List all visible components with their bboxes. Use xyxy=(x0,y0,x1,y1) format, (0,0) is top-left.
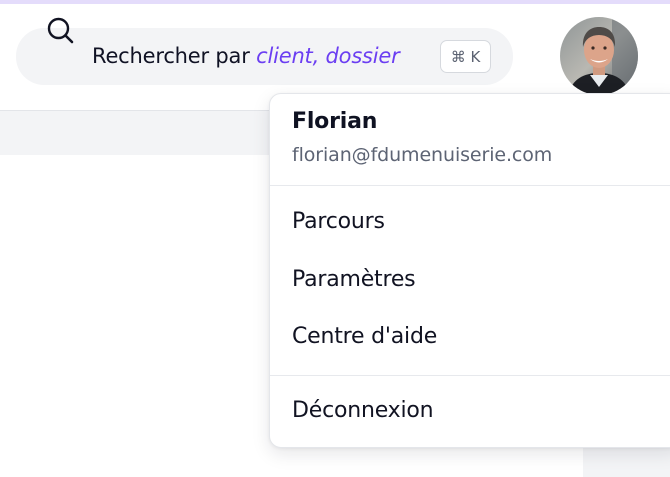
user-name: Florian xyxy=(292,109,378,134)
avatar-photo xyxy=(560,17,638,95)
keyboard-shortcut-badge: ⌘ K xyxy=(440,40,491,73)
top-accent-bar xyxy=(0,0,670,4)
search-placeholder-emphasis: client, dossier xyxy=(256,44,400,68)
menu-divider-top xyxy=(270,185,670,186)
search-placeholder-prefix: Rechercher par xyxy=(92,44,257,68)
menu-item-parametres[interactable]: Paramètres xyxy=(270,255,670,305)
user-dropdown-menu: Florian florian@fdumenuiserie.com Parcou… xyxy=(269,93,670,448)
menu-divider-bottom xyxy=(270,375,670,376)
search-icon xyxy=(47,17,74,44)
content-panel-fragment xyxy=(583,447,670,477)
menu-item-parcours[interactable]: Parcours xyxy=(270,197,670,247)
menu-item-deconnexion[interactable]: Déconnexion xyxy=(270,386,670,436)
avatar[interactable] xyxy=(560,17,638,95)
menu-item-centre-aide[interactable]: Centre d'aide xyxy=(270,312,670,362)
search-placeholder[interactable]: Rechercher par client, dossier xyxy=(92,28,400,85)
user-email: florian@fdumenuiserie.com xyxy=(292,144,553,166)
